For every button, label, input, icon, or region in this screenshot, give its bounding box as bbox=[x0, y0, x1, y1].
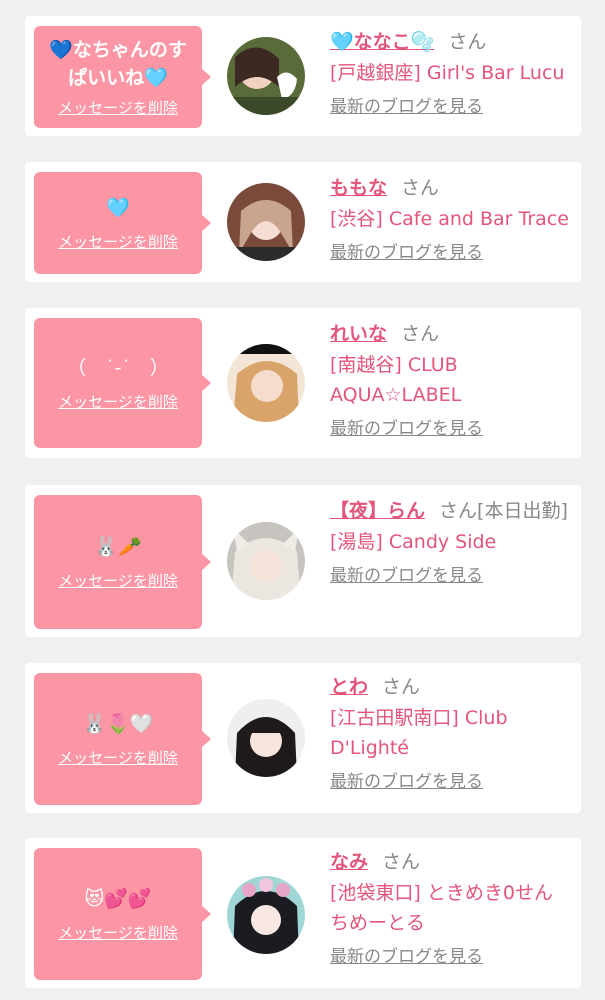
honorific: さん bbox=[401, 177, 440, 199]
message-card: 🩵 メッセージを削除 ももな さん [渋谷] Cafe and Bar Trace… bbox=[25, 162, 581, 282]
message-text: （ ˙-˙ ） bbox=[67, 357, 169, 379]
message-text: 😻💕💕 bbox=[84, 888, 152, 910]
message-bubble: 💙なちゃんのすぱいいね🩵 メッセージを削除 bbox=[34, 26, 211, 128]
host-info: れいな さん [南越谷] CLUB AQUA☆LABEL 最新のブログを見る bbox=[330, 320, 570, 440]
latest-blog-link[interactable]: 最新のブログを見る bbox=[330, 771, 483, 793]
honorific: さん bbox=[382, 851, 421, 873]
shop-name: [渋谷] Cafe and Bar Trace bbox=[330, 208, 569, 230]
host-name-link[interactable]: 【夜】らん bbox=[330, 500, 425, 522]
delete-message-link[interactable]: メッセージを削除 bbox=[58, 98, 178, 118]
message-list: 💙なちゃんのすぱいいね🩵 メッセージを削除 🩵ななこ🫧 さん [戸越銀座] Gir… bbox=[0, 0, 605, 1000]
host-name-link[interactable]: ももな bbox=[330, 177, 387, 199]
message-bubble: 😻💕💕 メッセージを削除 bbox=[34, 848, 211, 980]
host-name-link[interactable]: とわ bbox=[330, 676, 368, 698]
host-info: 【夜】らん さん[本日出勤] [湯島] Candy Side 最新のブログを見る bbox=[330, 497, 570, 587]
shop-name: [湯島] Candy Side bbox=[330, 531, 497, 553]
message-text: 💙なちゃんのすぱいいね🩵 bbox=[49, 39, 187, 89]
latest-blog-link[interactable]: 最新のブログを見る bbox=[330, 96, 483, 118]
host-info: ももな さん [渋谷] Cafe and Bar Trace 最新のブログを見る bbox=[330, 174, 570, 264]
message-bubble: 🐰🥕 メッセージを削除 bbox=[34, 495, 211, 629]
message-card: 🐰🥕 メッセージを削除 【夜】らん さん[本日出勤] [湯島] Candy Sid… bbox=[25, 485, 581, 637]
shop-name: [江古田駅南口] Club D'Lighté bbox=[330, 707, 508, 759]
message-text: 🩵 bbox=[106, 197, 130, 219]
latest-blog-link[interactable]: 最新のブログを見る bbox=[330, 418, 483, 440]
message-bubble: 🩵 メッセージを削除 bbox=[34, 172, 211, 274]
shop-name: [戸越銀座] Girl's Bar Lucu bbox=[330, 62, 565, 84]
honorific: さん bbox=[382, 676, 421, 698]
host-name-link[interactable]: れいな bbox=[330, 323, 387, 345]
shop-name: [南越谷] CLUB AQUA☆LABEL bbox=[330, 354, 462, 406]
message-card: 💙なちゃんのすぱいいね🩵 メッセージを削除 🩵ななこ🫧 さん [戸越銀座] Gir… bbox=[25, 16, 581, 136]
latest-blog-link[interactable]: 最新のブログを見る bbox=[330, 946, 483, 968]
host-info: 🩵ななこ🫧 さん [戸越銀座] Girl's Bar Lucu 最新のブログを見る bbox=[330, 28, 570, 118]
message-text: 🐰🥕 bbox=[94, 536, 142, 558]
message-text: 🐰🌷🤍 bbox=[82, 713, 154, 735]
host-name-link[interactable]: なみ bbox=[330, 851, 368, 873]
honorific: さん bbox=[439, 500, 478, 522]
message-card: 😻💕💕 メッセージを削除 なみ さん [池袋東口] ときめき0せんちめーとる 最新… bbox=[25, 838, 581, 988]
delete-message-link[interactable]: メッセージを削除 bbox=[58, 392, 178, 412]
avatar[interactable] bbox=[227, 183, 305, 261]
shop-name: [池袋東口] ときめき0せんちめーとる bbox=[330, 882, 553, 934]
delete-message-link[interactable]: メッセージを削除 bbox=[58, 232, 178, 252]
honorific: さん bbox=[448, 31, 487, 53]
honorific: さん bbox=[401, 323, 440, 345]
host-info: なみ さん [池袋東口] ときめき0せんちめーとる 最新のブログを見る bbox=[330, 848, 570, 968]
message-card: （ ˙-˙ ） メッセージを削除 れいな さん [南越谷] CLUB AQUA☆L… bbox=[25, 308, 581, 458]
avatar[interactable] bbox=[227, 37, 305, 115]
avatar[interactable] bbox=[227, 876, 305, 954]
avatar[interactable] bbox=[227, 522, 305, 600]
avatar[interactable] bbox=[227, 344, 305, 422]
latest-blog-link[interactable]: 最新のブログを見る bbox=[330, 242, 483, 264]
avatar[interactable] bbox=[227, 699, 305, 777]
host-info: とわ さん [江古田駅南口] Club D'Lighté 最新のブログを見る bbox=[330, 673, 570, 793]
delete-message-link[interactable]: メッセージを削除 bbox=[58, 923, 178, 943]
status-note: [本日出勤] bbox=[477, 500, 568, 522]
host-name-link[interactable]: 🩵ななこ🫧 bbox=[330, 31, 434, 53]
message-bubble: 🐰🌷🤍 メッセージを削除 bbox=[34, 673, 211, 805]
message-card: 🐰🌷🤍 メッセージを削除 とわ さん [江古田駅南口] Club D'Lighté… bbox=[25, 663, 581, 813]
latest-blog-link[interactable]: 最新のブログを見る bbox=[330, 565, 483, 587]
delete-message-link[interactable]: メッセージを削除 bbox=[58, 748, 178, 768]
delete-message-link[interactable]: メッセージを削除 bbox=[58, 571, 178, 591]
message-bubble: （ ˙-˙ ） メッセージを削除 bbox=[34, 318, 211, 448]
